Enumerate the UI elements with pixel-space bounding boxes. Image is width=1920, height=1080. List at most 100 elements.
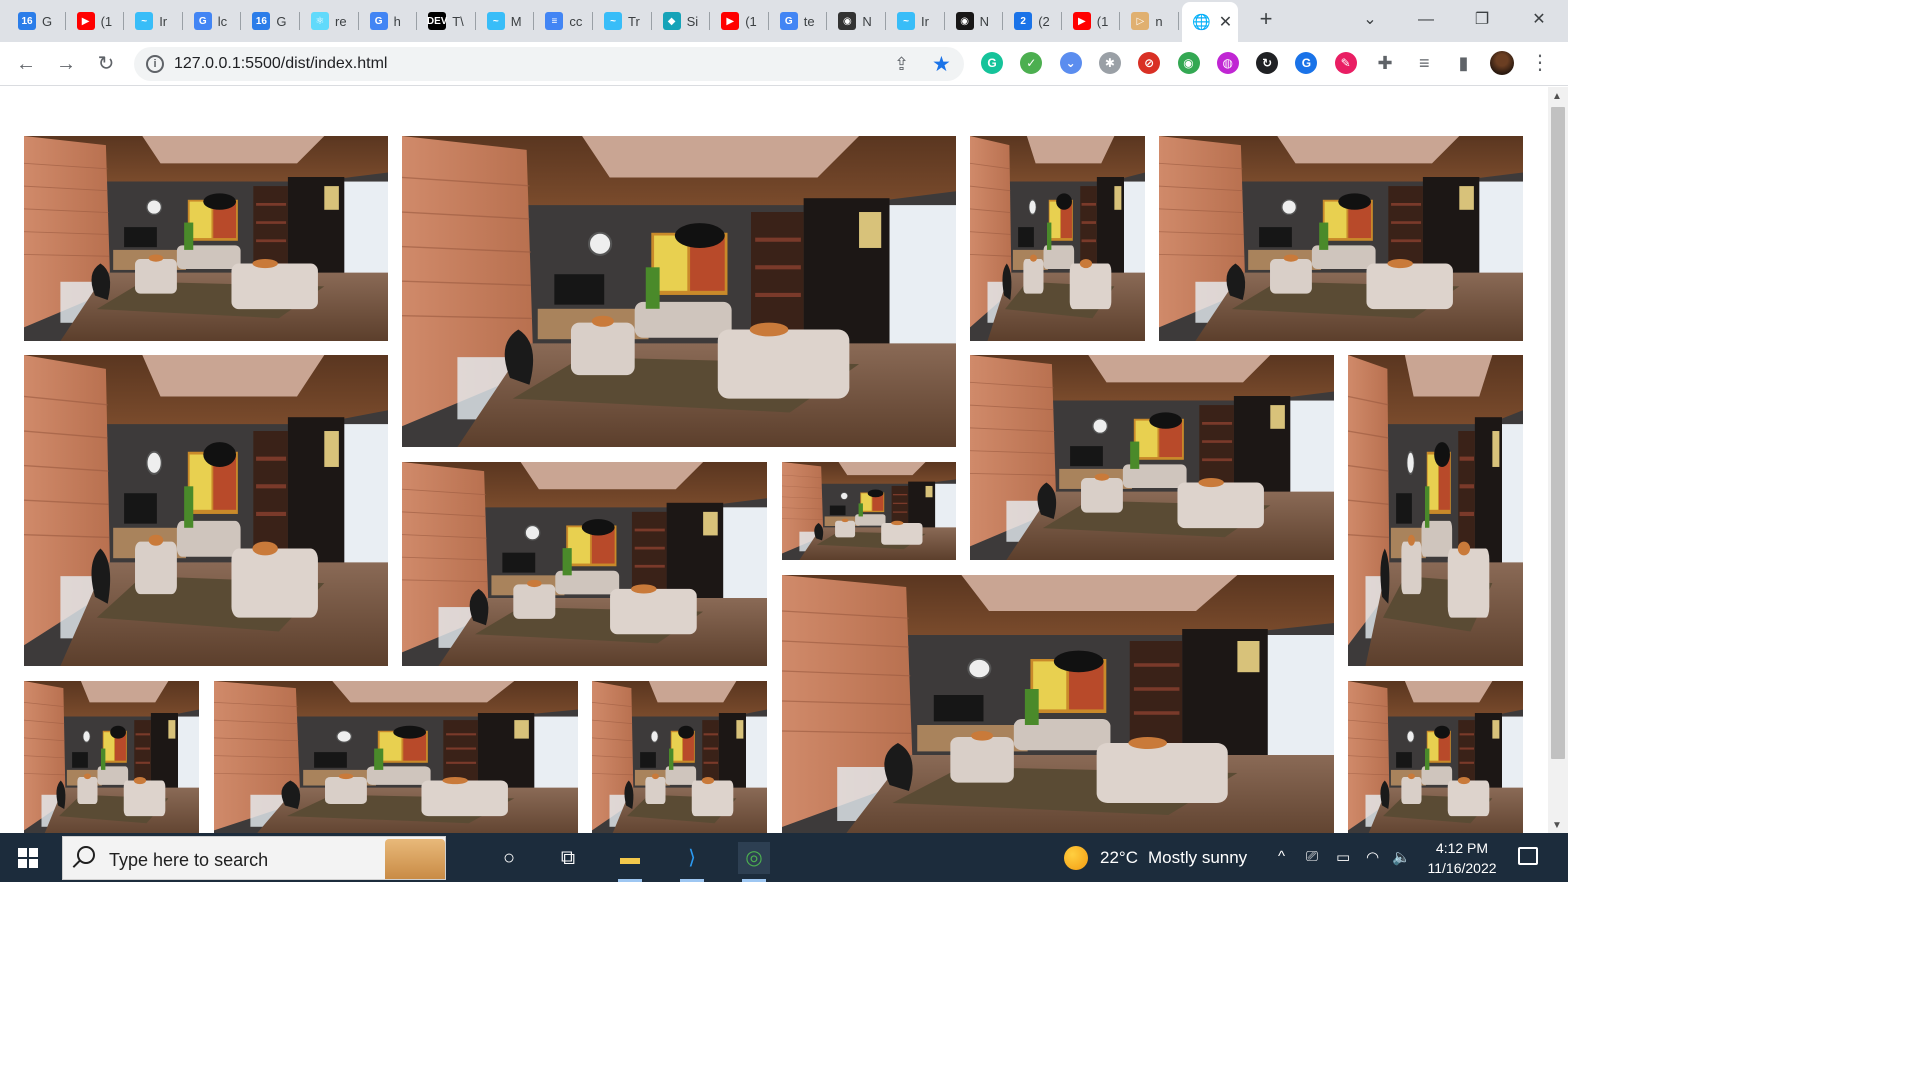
spellcheck-icon[interactable]: ✓ [1020, 52, 1043, 74]
sync-icon[interactable]: ↻ [1256, 52, 1279, 74]
browser-tab[interactable]: ▶ (1 [67, 6, 124, 36]
browser-tab[interactable]: 16 G [242, 6, 299, 36]
browser-tab[interactable]: ⚛ re [301, 6, 358, 36]
sidepanel-icon[interactable]: ▮ [1453, 52, 1475, 74]
tab-favicon-icon: ▷ [1131, 12, 1150, 30]
profile-avatar[interactable] [1490, 51, 1514, 75]
tab-separator [181, 12, 183, 30]
browser-tab[interactable]: 16 G [8, 6, 65, 36]
notification-icon[interactable] [1518, 847, 1538, 865]
back-button[interactable]: ← [12, 50, 40, 78]
tab-favicon-icon: ◉ [838, 12, 857, 30]
bookmark-ext-icon[interactable]: ⌄ [1059, 52, 1082, 74]
battery-icon[interactable]: ▭ [1336, 848, 1350, 866]
browser-tab[interactable]: ◉ N [946, 6, 1003, 36]
tray-chevron-icon[interactable]: ^ [1278, 848, 1285, 865]
windows-taskbar: Type here to search ○ ⧉ ▬ ⟩ ◎ 22°C Mostly su… [0, 833, 1568, 882]
tab-separator [1002, 12, 1004, 30]
close-window-button[interactable]: ✕ [1525, 6, 1553, 34]
browser-tab[interactable]: Gh [360, 6, 417, 36]
site-info-icon[interactable]: i [146, 55, 164, 73]
puzzle-icon[interactable]: ✚ [1374, 52, 1396, 74]
url-text[interactable]: 127.0.0.1:5500/dist/index.html [174, 55, 387, 73]
tab-separator [826, 12, 828, 30]
windows-start-icon[interactable] [18, 848, 38, 868]
browser-tab[interactable]: ▷ n [1121, 6, 1178, 36]
browser-tab[interactable]: ~ M [477, 6, 534, 36]
tab-title: n [1155, 13, 1163, 29]
scrollbar-thumb[interactable] [1551, 107, 1565, 759]
browser-tab[interactable]: ◆ Si [653, 6, 710, 36]
system-clock[interactable]: 4:12 PM 11/16/2022 [1420, 838, 1504, 878]
browser-menu-icon[interactable]: ⋮ [1530, 50, 1550, 75]
task-view-icon[interactable]: ⧉ [552, 842, 584, 874]
close-tab-icon[interactable]: ✕ [1219, 12, 1232, 32]
tab-separator [767, 12, 769, 30]
tab-active[interactable]: 🌐 ✕ [1182, 2, 1238, 42]
share-icon[interactable]: ⇪ [894, 54, 909, 75]
browser-tab[interactable]: ~ Ir [125, 6, 182, 36]
new-tab-button[interactable]: + [1254, 8, 1278, 32]
tab-title: N [979, 13, 989, 29]
tab-search-icon[interactable]: ⌄ [1356, 6, 1384, 34]
tab-title: cc [569, 13, 583, 29]
tab-title: Ir [159, 13, 168, 29]
gallery-photo [592, 681, 767, 833]
volume-icon[interactable]: 🔈 [1392, 848, 1411, 866]
address-bar[interactable]: i 127.0.0.1:5500/dist/index.html ⇪ ★ [134, 47, 964, 81]
gallery-photo [24, 355, 388, 666]
clock-date: 11/16/2022 [1427, 860, 1497, 876]
browser-tab[interactable]: ≡ cc [535, 6, 592, 36]
weather-widget[interactable]: 22°C Mostly sunny [1064, 846, 1247, 870]
minimize-button[interactable]: — [1412, 6, 1440, 34]
tab-separator [1119, 12, 1121, 30]
android-icon[interactable]: ◉ [1177, 52, 1200, 74]
reload-button[interactable]: ↻ [92, 50, 120, 78]
forward-button[interactable]: → [52, 50, 80, 78]
tab-separator [709, 12, 711, 30]
tab-favicon-icon: ▶ [76, 12, 95, 30]
tab-separator [357, 12, 359, 30]
tab-favicon-icon: ~ [135, 12, 154, 30]
search-placeholder: Type here to search [109, 850, 269, 870]
browser-tab[interactable]: ~ Tr [594, 6, 651, 36]
browser-tab[interactable]: ~ Ir [887, 6, 944, 36]
bookmark-star-icon[interactable]: ★ [932, 52, 951, 77]
browser-tab[interactable]: ◉ N [828, 6, 885, 36]
browser-tab[interactable]: Gte [770, 6, 827, 36]
gear-ext-icon[interactable]: ✱ [1098, 52, 1121, 74]
media-icon[interactable]: ≡ [1413, 52, 1435, 74]
cortana-icon[interactable]: ○ [493, 842, 525, 874]
grammar-icon[interactable]: G [1295, 52, 1318, 74]
tab-title: re [335, 13, 347, 29]
tab-favicon-icon: ~ [897, 12, 915, 30]
tab-favicon-icon: 2 [1014, 12, 1033, 30]
browser-tab[interactable]: ▶ (1 [711, 6, 768, 36]
browser-tab[interactable]: Glc [184, 6, 241, 36]
grammarly-icon[interactable]: G [981, 52, 1003, 74]
page-viewport [0, 87, 1548, 833]
file-explorer-icon[interactable]: ▬ [614, 842, 646, 882]
wifi-icon[interactable]: ◠ [1366, 848, 1379, 866]
taskbar-search[interactable]: Type here to search [62, 836, 446, 880]
tab-favicon-icon: ~ [486, 12, 505, 30]
browser-tab[interactable]: DEV T\ [418, 6, 475, 36]
meet-icon[interactable]: ⎚ [1306, 848, 1318, 865]
scroll-down-arrow[interactable]: ▼ [1552, 820, 1562, 831]
restore-button[interactable]: ❐ [1468, 6, 1496, 34]
tab-separator [240, 12, 242, 30]
tab-title: T\ [452, 13, 464, 29]
color-picker-icon[interactable]: ✎ [1334, 52, 1357, 74]
tab-separator [123, 12, 125, 30]
chrome-icon[interactable]: ◎ [738, 842, 770, 882]
browser-tab[interactable]: 2 (2 [1004, 6, 1061, 36]
vscode-icon[interactable]: ⟩ [676, 842, 708, 882]
gallery-photo [970, 355, 1334, 560]
weather-sun-icon [1064, 846, 1088, 870]
gallery-photo [1348, 681, 1523, 833]
block-icon[interactable]: ⊘ [1138, 52, 1161, 74]
page-scrollbar[interactable]: ▲ ▼ [1548, 87, 1568, 833]
browser-tab[interactable]: ▶ (1 [1063, 6, 1120, 36]
pink-ext-icon[interactable]: ◍ [1216, 52, 1239, 74]
scroll-up-arrow[interactable]: ▲ [1552, 91, 1562, 102]
